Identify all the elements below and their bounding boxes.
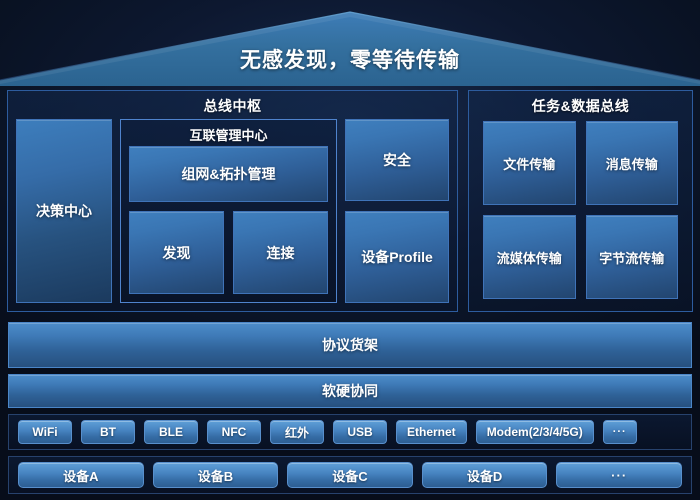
tile-file-transfer[interactable]: 文件传输 xyxy=(483,121,576,205)
device-chip[interactable]: 设备B xyxy=(152,462,279,488)
bus-hub-body: 决策中心 互联管理中心 组网&拓扑管理 发现 连接 安全 设备Profile xyxy=(16,119,449,303)
bar-protocol-shelf[interactable]: 协议货架 xyxy=(8,322,692,368)
decision-center-column: 决策中心 xyxy=(16,119,112,303)
tile-stream-transfer[interactable]: 流媒体传输 xyxy=(483,215,576,299)
protocol-chip[interactable]: WiFi xyxy=(18,420,72,444)
protocol-chip[interactable]: BLE xyxy=(144,420,198,444)
panel-task-data-bus-title: 任务&数据总线 xyxy=(531,98,630,114)
protocol-chip-more[interactable]: ··· xyxy=(602,420,637,444)
tile-bytestream-transfer-label: 字节流传输 xyxy=(599,250,665,266)
roof-banner: 无感发现，零等待传输 xyxy=(0,0,700,88)
tile-connect-label: 连接 xyxy=(266,244,295,261)
protocol-chip-row: WiFi BT BLE NFC 红外 USB Ethernet Modem(2/3/4/5G)… xyxy=(8,414,692,450)
security-profile-column: 安全 设备Profile xyxy=(345,119,449,303)
panel-bus-hub: 总线中枢 决策中心 互联管理中心 组网&拓扑管理 发现 连接 安全 设备Prof… xyxy=(7,90,458,312)
tile-connect[interactable]: 连接 xyxy=(233,211,328,294)
interconnect-column: 互联管理中心 组网&拓扑管理 发现 连接 xyxy=(120,119,337,303)
tile-decision-center-label: 决策中心 xyxy=(36,203,92,219)
tile-topology-management[interactable]: 组网&拓扑管理 xyxy=(129,146,328,202)
protocol-chip[interactable]: 红外 xyxy=(270,420,324,444)
bar-hardware-software-collaboration-label: 软硬协同 xyxy=(322,383,378,399)
tile-discovery-label: 发现 xyxy=(162,244,191,261)
task-data-bus-grid: 文件传输 消息传输 流媒体传输 字节流传输 xyxy=(483,121,678,299)
device-chip[interactable]: 设备A xyxy=(18,462,144,488)
device-chip[interactable]: 设备D xyxy=(421,462,548,488)
tile-topology-management-label: 组网&拓扑管理 xyxy=(181,166,276,182)
panel-bus-hub-title: 总线中枢 xyxy=(203,98,262,114)
protocol-chip[interactable]: Modem(2/3/4/5G) xyxy=(475,420,594,444)
device-chip-more[interactable]: ··· xyxy=(556,462,682,488)
page-title: 无感发现，零等待传输 xyxy=(240,49,460,72)
protocol-chip[interactable]: NFC xyxy=(207,420,261,444)
tile-bytestream-transfer[interactable]: 字节流传输 xyxy=(585,215,678,299)
tile-discovery[interactable]: 发现 xyxy=(129,211,224,294)
subpanel-interconnect-title: 互联管理中心 xyxy=(189,128,268,143)
device-chip-row: 设备A 设备B 设备C 设备D ··· xyxy=(8,456,692,494)
device-chip[interactable]: 设备C xyxy=(287,462,413,488)
tile-message-transfer[interactable]: 消息传输 xyxy=(585,121,678,205)
tile-security[interactable]: 安全 xyxy=(345,119,449,202)
diagram-canvas: 无感发现，零等待传输 总线中枢 决策中心 互联管理中心 组网&拓扑管理 发现 连… xyxy=(0,0,700,500)
interconnect-bottom-row: 发现 连接 xyxy=(129,211,328,294)
tile-device-profile[interactable]: 设备Profile xyxy=(345,211,449,303)
tile-message-transfer-label: 消息传输 xyxy=(605,156,658,172)
tile-security-label: 安全 xyxy=(383,152,411,169)
bar-hardware-software-collaboration[interactable]: 软硬协同 xyxy=(8,374,692,408)
interconnect-body: 组网&拓扑管理 发现 连接 xyxy=(129,146,328,294)
panels-row: 总线中枢 决策中心 互联管理中心 组网&拓扑管理 发现 连接 安全 设备Prof… xyxy=(7,90,693,312)
bar-protocol-shelf-label: 协议货架 xyxy=(322,337,378,353)
subpanel-interconnect-center: 互联管理中心 组网&拓扑管理 发现 连接 xyxy=(120,119,337,303)
panel-task-data-bus: 任务&数据总线 文件传输 消息传输 流媒体传输 字节流传输 xyxy=(468,90,693,312)
tile-decision-center[interactable]: 决策中心 xyxy=(16,119,112,303)
tile-file-transfer-label: 文件传输 xyxy=(503,156,556,172)
tile-stream-transfer-label: 流媒体传输 xyxy=(496,250,562,266)
protocol-chip[interactable]: Ethernet xyxy=(396,420,467,444)
tile-device-profile-label: 设备Profile xyxy=(361,249,433,266)
protocol-chip[interactable]: USB xyxy=(333,420,387,444)
protocol-chip[interactable]: BT xyxy=(81,420,135,444)
